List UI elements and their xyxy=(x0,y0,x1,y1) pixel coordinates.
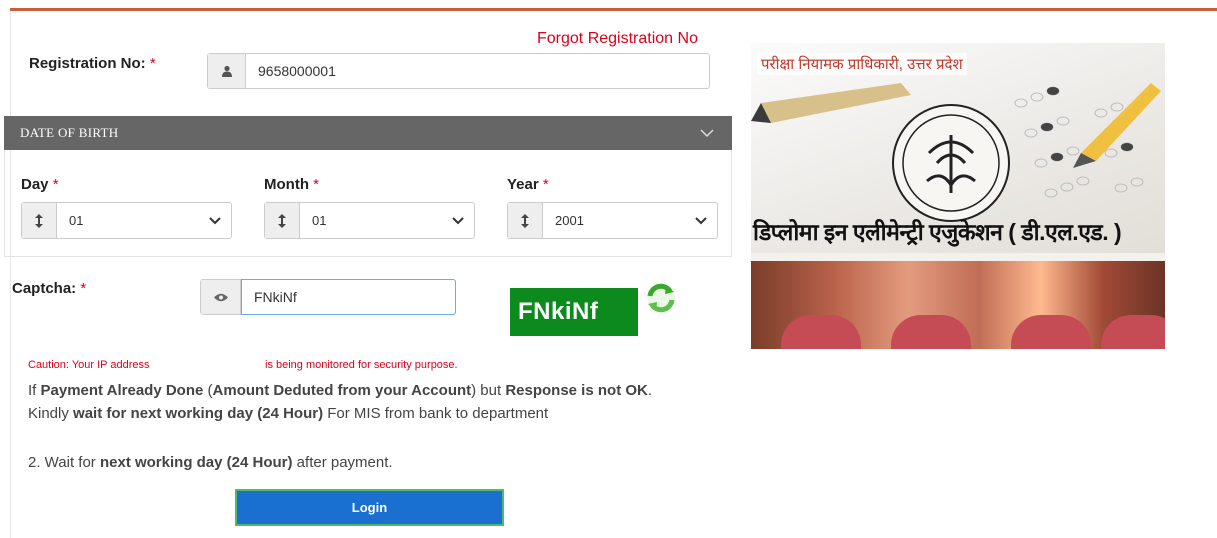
info-line-3: 2. Wait for next working day (24 Hour) a… xyxy=(28,454,393,471)
top-accent-bar xyxy=(10,8,1217,11)
chevron-down-icon xyxy=(695,214,707,228)
required-mark: * xyxy=(149,55,156,72)
banner-children-photo xyxy=(751,261,1165,349)
info-1f: Response is not OK xyxy=(505,382,648,399)
sort-arrows-icon xyxy=(22,203,57,238)
chevron-down-icon xyxy=(452,214,464,228)
banner-title: डिप्लोमा इन एलीमेन्ट्री एजुकेशन ( डी.एल.… xyxy=(753,219,1122,245)
dob-accordion-header[interactable]: DATE OF BIRTH xyxy=(4,116,732,150)
info-line-2: Kindly wait for next working day (24 Hou… xyxy=(28,405,548,422)
banner-top-text: परीक्षा नियामक प्राधिकारी, उत्तर प्रदेश xyxy=(757,53,967,75)
captcha-image-text: FNkiNf xyxy=(518,298,599,325)
login-button[interactable]: Login xyxy=(235,489,504,526)
captcha-input-group: FNkiNf xyxy=(200,279,456,315)
chevron-down-icon[interactable] xyxy=(700,126,714,141)
month-label: Month * xyxy=(264,176,319,193)
registration-input-group: 9658000001 xyxy=(207,53,710,89)
info-3b: next working day (24 Hour) xyxy=(99,454,293,471)
info-3c: after payment. xyxy=(292,454,393,471)
photo-figure xyxy=(1101,315,1165,349)
day-value: 01 xyxy=(69,213,84,228)
registration-label: Registration No: * xyxy=(29,55,156,72)
photo-figure xyxy=(891,315,971,349)
month-select-value[interactable]: 01 xyxy=(300,203,474,238)
month-select[interactable]: 01 xyxy=(264,202,475,239)
year-label: Year * xyxy=(507,176,549,193)
info-2a: Kindly xyxy=(28,405,74,422)
registration-label-text: Registration No: xyxy=(29,55,146,72)
day-select-value[interactable]: 01 xyxy=(57,203,231,238)
registration-input[interactable]: 9658000001 xyxy=(246,54,709,88)
info-3a: 2. Wait for xyxy=(28,454,100,471)
sort-arrows-icon xyxy=(265,203,300,238)
captcha-input[interactable]: FNkiNf xyxy=(241,279,456,315)
info-1e: ) but xyxy=(471,382,506,399)
info-2c: For MIS from bank to department xyxy=(323,405,549,422)
eye-icon xyxy=(201,280,241,314)
day-label: Day * xyxy=(21,176,59,193)
info-1c: ( xyxy=(203,382,213,399)
day-select[interactable]: 01 xyxy=(21,202,232,239)
sort-arrows-icon xyxy=(508,203,543,238)
dob-header-title: DATE OF BIRTH xyxy=(20,125,119,140)
refresh-icon[interactable] xyxy=(644,281,678,315)
required-mark: * xyxy=(313,176,319,193)
forgot-registration-link[interactable]: Forgot Registration No xyxy=(537,30,698,48)
month-label-text: Month xyxy=(264,176,309,193)
info-1a: If xyxy=(28,382,41,399)
captcha-label: Captcha: * xyxy=(12,280,86,297)
info-line-1: If Payment Already Done (Amount Deduted … xyxy=(28,382,652,399)
year-label-text: Year xyxy=(507,176,539,193)
day-label-text: Day xyxy=(21,176,49,193)
deled-banner: परीक्षा नियामक प्राधिकारी, उत्तर प्रदेश … xyxy=(751,43,1165,349)
info-1b: Payment Already Done xyxy=(40,382,204,399)
required-mark: * xyxy=(80,280,87,297)
left-divider xyxy=(10,11,11,538)
info-1d: Amount Deduted from your Account xyxy=(212,382,472,399)
caution-text-part2: is being monitored for security purpose. xyxy=(265,359,458,371)
photo-figure xyxy=(1011,315,1091,349)
year-value: 2001 xyxy=(555,213,584,228)
captcha-image: FNkiNf xyxy=(510,288,638,336)
user-icon xyxy=(208,54,246,88)
month-value: 01 xyxy=(312,213,327,228)
photo-figure xyxy=(781,315,861,349)
chevron-down-icon xyxy=(209,214,221,228)
year-select[interactable]: 2001 xyxy=(507,202,718,239)
captcha-label-text: Captcha: xyxy=(12,280,77,297)
required-mark: * xyxy=(52,176,59,193)
info-1g: . xyxy=(647,382,653,399)
year-select-value[interactable]: 2001 xyxy=(543,203,717,238)
required-mark: * xyxy=(542,176,549,193)
caution-text-part1: Caution: Your IP address xyxy=(28,359,150,371)
info-2b: wait for next working day (24 Hour) xyxy=(73,405,324,422)
